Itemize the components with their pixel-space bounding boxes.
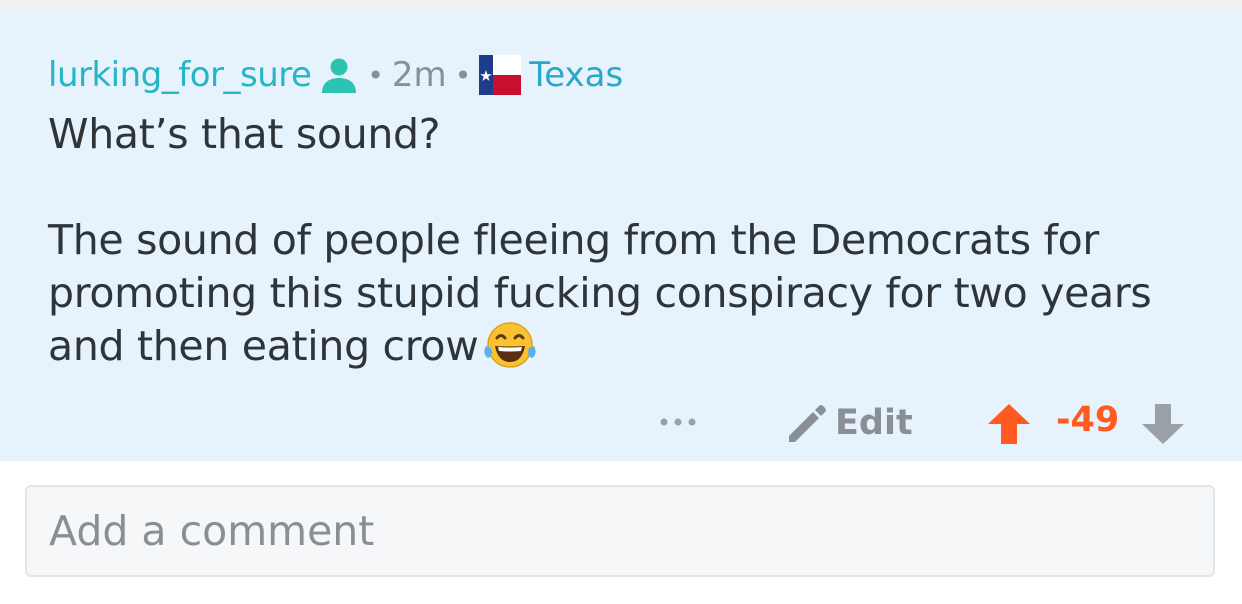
username-link[interactable]: lurking_for_sure [48, 55, 312, 95]
edit-label: Edit [835, 403, 913, 443]
pencil-icon [789, 405, 826, 442]
vote-score: -49 [1056, 400, 1120, 440]
comment-age: 2m [391, 55, 447, 95]
comment-body-line: What’s that sound? [48, 110, 441, 158]
meta-separator: • [454, 58, 472, 92]
comment-card: lurking_for_sure • 2m • Texas What’s tha… [0, 12, 1242, 461]
tears-of-joy-emoji-icon [484, 322, 537, 368]
user-flair: Texas [529, 55, 624, 95]
comment-body-text: The sound of people fleeing from the Dem… [48, 216, 1152, 370]
comment-body-paragraph: The sound of people fleeing from the Dem… [48, 214, 1208, 373]
texas-flag-icon [479, 55, 522, 95]
user-icon [322, 58, 357, 93]
edit-button[interactable]: Edit [785, 400, 913, 446]
more-icon[interactable] [658, 410, 698, 434]
top-divider [0, 0, 1242, 12]
upvote-arrow-icon[interactable] [986, 402, 1032, 446]
add-comment-input[interactable] [25, 485, 1215, 577]
downvote-arrow-icon[interactable] [1140, 402, 1186, 446]
meta-separator: • [367, 58, 384, 92]
comment-body: What’s that sound? The sound of people f… [48, 108, 1208, 373]
comment-meta: lurking_for_sure • 2m • Texas [48, 52, 623, 98]
